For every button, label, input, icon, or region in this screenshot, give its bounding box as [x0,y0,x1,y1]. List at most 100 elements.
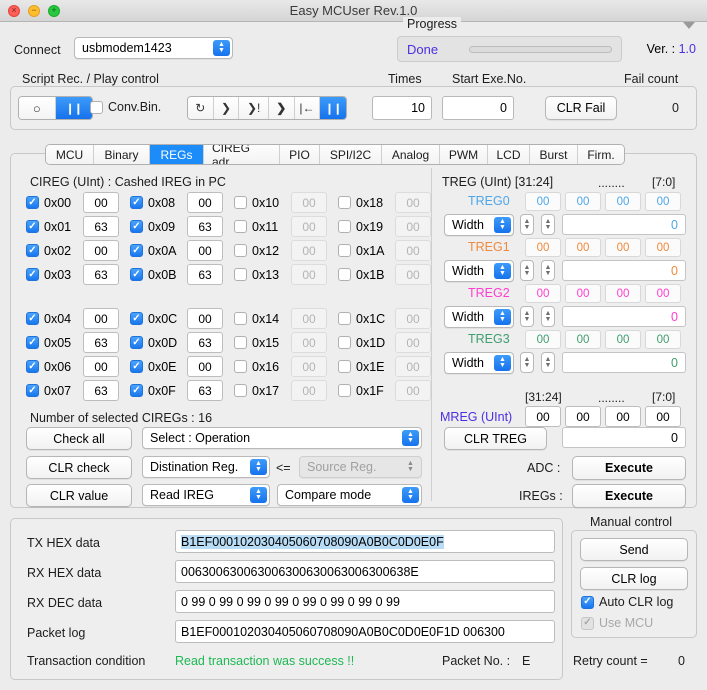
cireg-value-0x0F[interactable]: 63 [187,380,223,401]
operation-select[interactable]: Select : Operation ▲ ▼ [142,427,422,449]
tab-cireg-adr[interactable]: CIREG adr. [204,145,280,164]
treg-width-select-treg1[interactable]: Width ▲ ▼ [444,260,514,282]
cireg-value-0x08[interactable]: 00 [187,192,223,213]
cireg-checkbox-0x10[interactable] [234,196,247,209]
cireg-value-0x07[interactable]: 63 [83,380,119,401]
cireg-checkbox-0x00[interactable] [26,196,39,209]
tab-pwm[interactable]: PWM [440,145,488,164]
conv-bin-checkbox[interactable] [90,100,103,114]
cireg-value-0x04[interactable]: 00 [83,308,119,329]
cireg-value-0x09[interactable]: 63 [187,216,223,237]
cireg-checkbox-0x0A[interactable] [130,244,143,257]
cireg-value-0x03[interactable]: 63 [83,264,119,285]
cireg-value-0x1D[interactable]: 00 [395,332,431,353]
mreg-byte-3[interactable]: 00 [645,406,681,427]
record-pause-segment[interactable]: ○ ❙❙ [18,96,93,120]
mreg-byte-0[interactable]: 00 [525,406,561,427]
cireg-checkbox-0x08[interactable] [130,196,143,209]
script-pause-button[interactable]: ❙❙ [55,97,92,119]
cireg-value-0x13[interactable]: 00 [291,264,327,285]
cireg-value-0x11[interactable]: 00 [291,216,327,237]
cireg-checkbox-0x0B[interactable] [130,268,143,281]
rx-dec-input[interactable]: 0 99 0 99 0 99 0 99 0 99 0 99 0 99 0 99 [175,590,555,613]
treg-stepper-treg1-1[interactable]: ▲ ▼ [541,260,555,281]
treg-stepper-treg2-0[interactable]: ▲ ▼ [520,306,534,327]
clr-treg-button[interactable]: CLR TREG [444,427,547,450]
step-break-button[interactable]: ❯! [239,97,269,119]
cireg-value-0x15[interactable]: 00 [291,332,327,353]
iregs-execute-button[interactable]: Execute [572,484,686,508]
use-mcu-row[interactable]: Use MCU [581,616,653,630]
cireg-checkbox-0x11[interactable] [234,220,247,233]
treg-stepper-treg3-1[interactable]: ▲ ▼ [541,352,555,373]
tab-analog[interactable]: Analog [382,145,440,164]
treg-byte-treg2-0[interactable]: 00 [525,284,561,303]
treg-total-treg0[interactable]: 0 [562,214,686,235]
cireg-checkbox-0x04[interactable] [26,312,39,325]
treg-width-select-treg0[interactable]: Width ▲ ▼ [444,214,514,236]
treg-byte-treg2-1[interactable]: 00 [565,284,601,303]
tab-lcd[interactable]: LCD [488,145,530,164]
cireg-checkbox-0x16[interactable] [234,360,247,373]
auto-clr-log-checkbox[interactable] [581,595,594,609]
cireg-value-0x0C[interactable]: 00 [187,308,223,329]
loop-button[interactable]: ↻ [188,97,214,119]
cireg-value-0x14[interactable]: 00 [291,308,327,329]
treg-byte-treg0-0[interactable]: 00 [525,192,561,211]
treg-total-treg2[interactable]: 0 [562,306,686,327]
clr-fail-button[interactable]: CLR Fail [545,96,617,120]
adc-execute-button[interactable]: Execute [572,456,686,480]
tab-pio[interactable]: PIO [280,145,320,164]
treg-byte-treg3-1[interactable]: 00 [565,330,601,349]
tab-burst[interactable]: Burst [530,145,578,164]
cireg-checkbox-0x13[interactable] [234,268,247,281]
cireg-checkbox-0x1F[interactable] [338,384,351,397]
cireg-value-0x1A[interactable]: 00 [395,240,431,261]
close-icon[interactable]: × [8,4,20,17]
cireg-checkbox-0x18[interactable] [338,196,351,209]
cireg-checkbox-0x1D[interactable] [338,336,351,349]
connect-port-select[interactable]: usbmodem1423 ▲ ▼ [74,37,233,59]
read-ireg-select[interactable]: Read IREG ▲ ▼ [142,484,270,506]
clr-check-button[interactable]: CLR check [26,456,132,479]
cireg-value-0x1B[interactable]: 00 [395,264,431,285]
rewind-button[interactable]: |← [294,97,321,119]
tab-binary[interactable]: Binary [94,145,150,164]
tab-spi-i2c[interactable]: SPI/I2C [320,145,382,164]
cireg-value-0x12[interactable]: 00 [291,240,327,261]
cireg-checkbox-0x12[interactable] [234,244,247,257]
cireg-value-0x1C[interactable]: 00 [395,308,431,329]
cireg-checkbox-0x06[interactable] [26,360,39,373]
treg-width-select-treg3[interactable]: Width ▲ ▼ [444,352,514,374]
cireg-value-0x0B[interactable]: 63 [187,264,223,285]
mreg-byte-2[interactable]: 00 [605,406,641,427]
treg-stepper-treg0-1[interactable]: ▲ ▼ [541,214,555,235]
cireg-checkbox-0x19[interactable] [338,220,351,233]
source-reg-select[interactable]: Source Reg. ▲ ▼ [299,456,422,478]
cireg-checkbox-0x17[interactable] [234,384,247,397]
cireg-checkbox-0x15[interactable] [234,336,247,349]
rx-hex-input[interactable]: 006300630063006300630063006300638E [175,560,555,583]
maximize-icon[interactable]: + [48,4,60,17]
cireg-value-0x18[interactable]: 00 [395,192,431,213]
tab-bar[interactable]: MCU Binary REGs CIREG adr. PIO SPI/I2C A… [45,144,625,165]
minimize-icon[interactable]: − [28,4,40,17]
treg-byte-treg3-0[interactable]: 00 [525,330,561,349]
packet-log-input[interactable]: B1EF000102030405060708090A0B0C0D0E0F1D 0… [175,620,555,643]
treg-byte-treg1-1[interactable]: 00 [565,238,601,257]
cireg-value-0x17[interactable]: 00 [291,380,327,401]
cireg-checkbox-0x0E[interactable] [130,360,143,373]
cireg-checkbox-0x1B[interactable] [338,268,351,281]
treg-stepper-treg0-0[interactable]: ▲ ▼ [520,214,534,235]
treg-byte-treg0-3[interactable]: 00 [645,192,681,211]
destination-reg-select[interactable]: Distination Reg. ▲ ▼ [142,456,270,478]
step-button[interactable]: ❯ [213,97,240,119]
treg-byte-treg1-2[interactable]: 00 [605,238,641,257]
cireg-value-0x05[interactable]: 63 [83,332,119,353]
transport-pause-button[interactable]: ❙❙ [320,97,346,119]
compare-mode-select[interactable]: Compare mode ▲ ▼ [277,484,422,506]
cireg-value-0x19[interactable]: 00 [395,216,431,237]
tab-mcu[interactable]: MCU [46,145,94,164]
treg-byte-treg3-3[interactable]: 00 [645,330,681,349]
cireg-checkbox-0x02[interactable] [26,244,39,257]
